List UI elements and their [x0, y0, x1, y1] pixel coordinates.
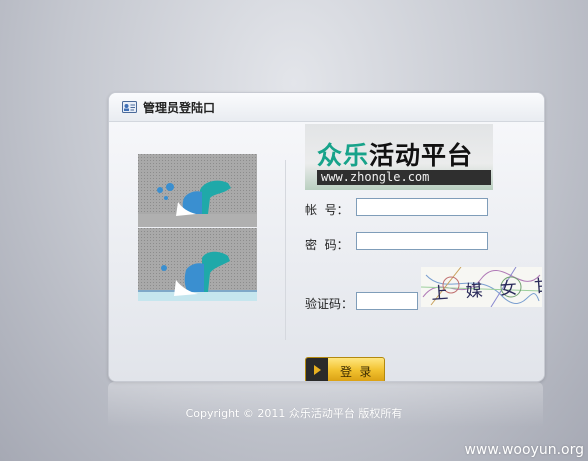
login-button-label: 登 录 — [340, 365, 374, 379]
panel-header: 管理员登陆口 — [109, 93, 544, 122]
dolphin-artwork-bottom — [138, 228, 257, 301]
watermark: www.wooyun.org — [464, 442, 584, 458]
id-card-icon — [122, 101, 137, 113]
captcha-image[interactable]: 上 媒 女 甘 — [421, 267, 542, 307]
panel-body: 众乐活动平台 www.zhongle.com 帐 号： 密 码： 验证码： 上 … — [109, 122, 544, 381]
password-label: 密 码： — [305, 238, 349, 252]
captcha-label: 验证码： — [305, 297, 354, 311]
banner-title: 众乐活动平台 — [317, 141, 474, 170]
captcha-input[interactable] — [356, 292, 418, 310]
account-input[interactable] — [356, 198, 488, 216]
banner-url: www.zhongle.com — [317, 170, 491, 185]
zhongle-banner-logo: 众乐活动平台 www.zhongle.com — [305, 124, 493, 190]
arrow-right-icon — [306, 358, 328, 381]
vertical-divider — [285, 160, 286, 340]
panel-title: 管理员登陆口 — [143, 100, 216, 115]
login-button[interactable]: 登 录 — [305, 357, 385, 381]
copyright-text: Copyright © 2011 众乐活动平台 版权所有 — [185, 407, 403, 420]
login-panel: 管理员登陆口 众乐活动平台 www.zhongle.com 帐 号： 密 码： … — [108, 92, 545, 382]
account-label: 帐 号： — [305, 203, 349, 217]
password-input[interactable] — [356, 232, 488, 250]
dolphin-artwork-top — [138, 154, 257, 227]
